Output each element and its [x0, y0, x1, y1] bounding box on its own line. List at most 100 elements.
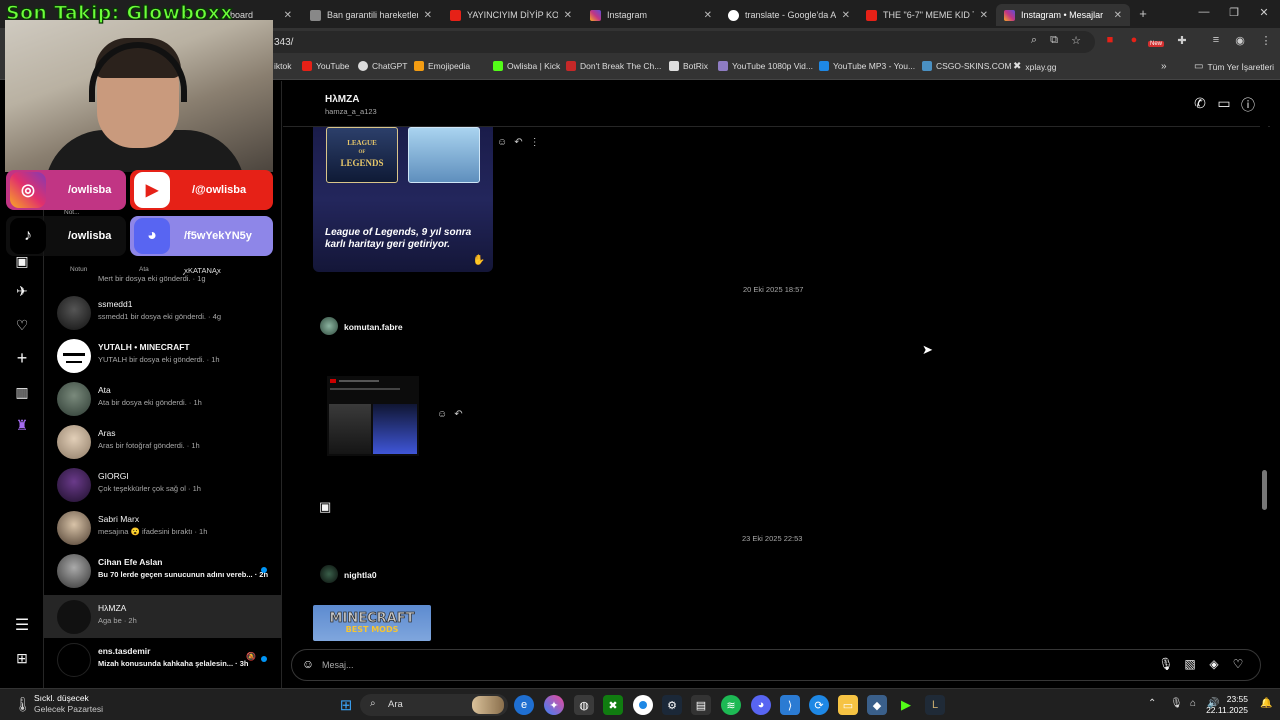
- search-icon[interactable]: ⌕: [1026, 34, 1042, 47]
- browser-tab[interactable]: translate - Google'da Ara ✕: [720, 4, 858, 26]
- shared-post[interactable]: LEAGUE OF LEGENDS League of Legends, 9 y…: [313, 127, 493, 272]
- image-upload-icon[interactable]: ▧: [1182, 657, 1198, 671]
- conversation-item[interactable]: GIORGI Çok teşekkürler çok sağ ol · 1h: [44, 463, 281, 506]
- profile-avatar-icon[interactable]: ◉: [1232, 34, 1248, 47]
- conversation-item[interactable]: Cihan Efe Aslan Bu 70 lerde geçen sunucu…: [44, 549, 281, 592]
- app-icon[interactable]: ▤: [691, 695, 711, 715]
- close-icon[interactable]: ✕: [842, 10, 850, 21]
- all-bookmarks[interactable]: ▭ Tüm Yer İşaretleri: [1194, 61, 1274, 72]
- microphone-icon[interactable]: 🎙: [1158, 657, 1174, 671]
- info-icon[interactable]: ⓘ: [1239, 95, 1257, 115]
- conversation-item[interactable]: YUTALH • MINECRAFT YUTALH bir dosya eki …: [44, 334, 281, 377]
- steam-icon[interactable]: ⚙: [662, 695, 682, 715]
- weather-icon[interactable]: 🌡: [14, 696, 32, 713]
- close-icon[interactable]: ✕: [564, 10, 572, 21]
- browser-tab[interactable]: YAYINCIYIM DİYİP KORKU ✕: [442, 4, 580, 26]
- emoji-react-icon[interactable]: ☺: [497, 137, 507, 148]
- notification-bell-icon[interactable]: 🔔: [1260, 698, 1272, 709]
- conversation-item-selected[interactable]: HλMZA Aga be · 2h: [44, 595, 281, 638]
- bookmark-item[interactable]: YouTube MP3 - You...: [819, 61, 915, 71]
- app-icon[interactable]: ◍: [574, 695, 594, 715]
- sender-name[interactable]: komutan.fabre: [344, 322, 403, 332]
- window-close-icon[interactable]: ✕: [1256, 6, 1272, 19]
- media-control-icon[interactable]: ≡: [1208, 34, 1224, 46]
- edge-icon[interactable]: e: [514, 695, 534, 715]
- app-icon[interactable]: ⟳: [809, 695, 829, 715]
- close-icon[interactable]: ✕: [284, 10, 292, 21]
- emoji-picker-icon[interactable]: ☺: [300, 657, 316, 671]
- bookmark-item[interactable]: Owlisba | Kick: [493, 61, 560, 71]
- reply-icon[interactable]: ↶: [514, 137, 522, 148]
- close-icon[interactable]: ✕: [980, 10, 988, 21]
- browser-tab[interactable]: Instagram ✕: [582, 4, 720, 26]
- minimize-icon[interactable]: —: [1196, 6, 1212, 18]
- conversation-item[interactable]: Aras Aras bir fotoğraf gönderdi. · 1h: [44, 420, 281, 463]
- sender-avatar[interactable]: [320, 317, 338, 335]
- more-options-icon[interactable]: ⋮: [530, 137, 540, 148]
- more-bookmarks-icon[interactable]: »: [1161, 61, 1167, 72]
- bookmark-item[interactable]: CSGO-SKINS.COM: [922, 61, 1012, 71]
- extension-icon[interactable]: ●: [1126, 34, 1142, 46]
- profile-icon[interactable]: ♜: [12, 415, 32, 435]
- bookmark-item[interactable]: Emojipedia: [414, 61, 470, 71]
- bookmark-item[interactable]: Don't Break The Ch...: [566, 61, 661, 71]
- chrome-icon[interactable]: [633, 695, 653, 715]
- dashboard-icon[interactable]: ▥: [12, 382, 32, 402]
- file-explorer-icon[interactable]: ▭: [838, 695, 858, 715]
- new-tab-button[interactable]: +: [1135, 6, 1151, 21]
- phone-call-icon[interactable]: ✆: [1191, 95, 1209, 112]
- puzzle-icon[interactable]: ✚: [1174, 34, 1190, 47]
- shared-post-thumbnail[interactable]: MINECRAFT BEST MODS: [313, 605, 431, 641]
- menu-hamburger-icon[interactable]: ☰: [12, 615, 32, 635]
- league-client-icon[interactable]: L: [925, 695, 945, 715]
- reply-icon[interactable]: ↶: [454, 409, 462, 420]
- emoji-react-icon[interactable]: ☺: [437, 409, 447, 420]
- vscode-icon[interactable]: ⟩: [780, 695, 800, 715]
- bookmark-item[interactable]: iktok: [274, 61, 291, 71]
- windows-start-icon[interactable]: ⊞: [336, 695, 356, 715]
- bookmark-star-icon[interactable]: ☆: [1068, 34, 1084, 47]
- restore-icon[interactable]: ❐: [1226, 6, 1242, 19]
- scrollbar-thumb[interactable]: [1262, 470, 1267, 510]
- messages-icon[interactable]: ✈: [12, 281, 32, 301]
- conversation-item[interactable]: Ata Ata bir dosya eki gönderdi. · 1h: [44, 377, 281, 420]
- message-input[interactable]: [322, 657, 1122, 673]
- app-icon[interactable]: ◆: [867, 695, 887, 715]
- network-icon[interactable]: ⌂: [1190, 698, 1196, 709]
- install-app-icon[interactable]: ⧉: [1046, 34, 1062, 47]
- sender-avatar[interactable]: [320, 565, 338, 583]
- browser-tab[interactable]: Ban garantili hareketler ✕: [302, 4, 440, 26]
- spotify-icon[interactable]: ≋: [721, 695, 741, 715]
- browser-tab[interactable]: THE "6-7" MEME KID THA ✕: [858, 4, 996, 26]
- browser-tab-active[interactable]: Instagram • Mesajlar ✕: [996, 4, 1130, 26]
- reel-icon[interactable]: ▣: [319, 499, 331, 515]
- microphone-tray-icon[interactable]: 🎙: [1170, 698, 1183, 709]
- close-icon[interactable]: ✕: [424, 10, 432, 21]
- chat-partner-name[interactable]: HλMZA: [325, 94, 359, 105]
- address-bar[interactable]: 343/: [200, 31, 1095, 53]
- bookmark-item[interactable]: YouTube 1080p Vid...: [718, 61, 813, 71]
- bookmark-item[interactable]: ✖ xplay.gg: [1013, 61, 1056, 72]
- shared-media[interactable]: [327, 376, 419, 456]
- close-icon[interactable]: ✕: [1114, 10, 1122, 21]
- taskbar-search[interactable]: ⌕ Ara: [360, 694, 508, 716]
- notifications-heart-icon[interactable]: ♡: [12, 315, 32, 335]
- sender-name[interactable]: nightla0: [344, 570, 377, 580]
- sticker-icon[interactable]: ◈: [1206, 657, 1222, 671]
- tray-expand-icon[interactable]: ⌃: [1148, 698, 1156, 709]
- kick-play-icon[interactable]: ▶: [896, 695, 916, 715]
- menu-kebab-icon[interactable]: ⋮: [1258, 34, 1274, 47]
- xbox-icon[interactable]: ✖: [603, 695, 623, 715]
- conversation-item[interactable]: ssmedd1 ssmedd1 bir dosya eki gönderdi. …: [44, 291, 281, 334]
- video-call-icon[interactable]: ▭: [1215, 95, 1233, 112]
- system-clock[interactable]: 23:55 22.11.2025: [1206, 694, 1248, 716]
- close-icon[interactable]: ✕: [704, 10, 712, 21]
- create-plus-icon[interactable]: +: [12, 348, 32, 368]
- bookmark-item[interactable]: BotRix: [669, 61, 708, 71]
- like-heart-icon[interactable]: ♡: [1230, 657, 1246, 671]
- chat-scrollbar[interactable]: [1260, 126, 1268, 642]
- extension-icon[interactable]: New: [1148, 33, 1164, 47]
- conversation-item[interactable]: Sabri Marx mesajına 😮 ifadesini bıraktı …: [44, 506, 281, 549]
- conversation-item[interactable]: ens.tasdemir Mizah konusunda kahkaha şel…: [44, 638, 281, 681]
- copilot-icon[interactable]: ✦: [544, 695, 564, 715]
